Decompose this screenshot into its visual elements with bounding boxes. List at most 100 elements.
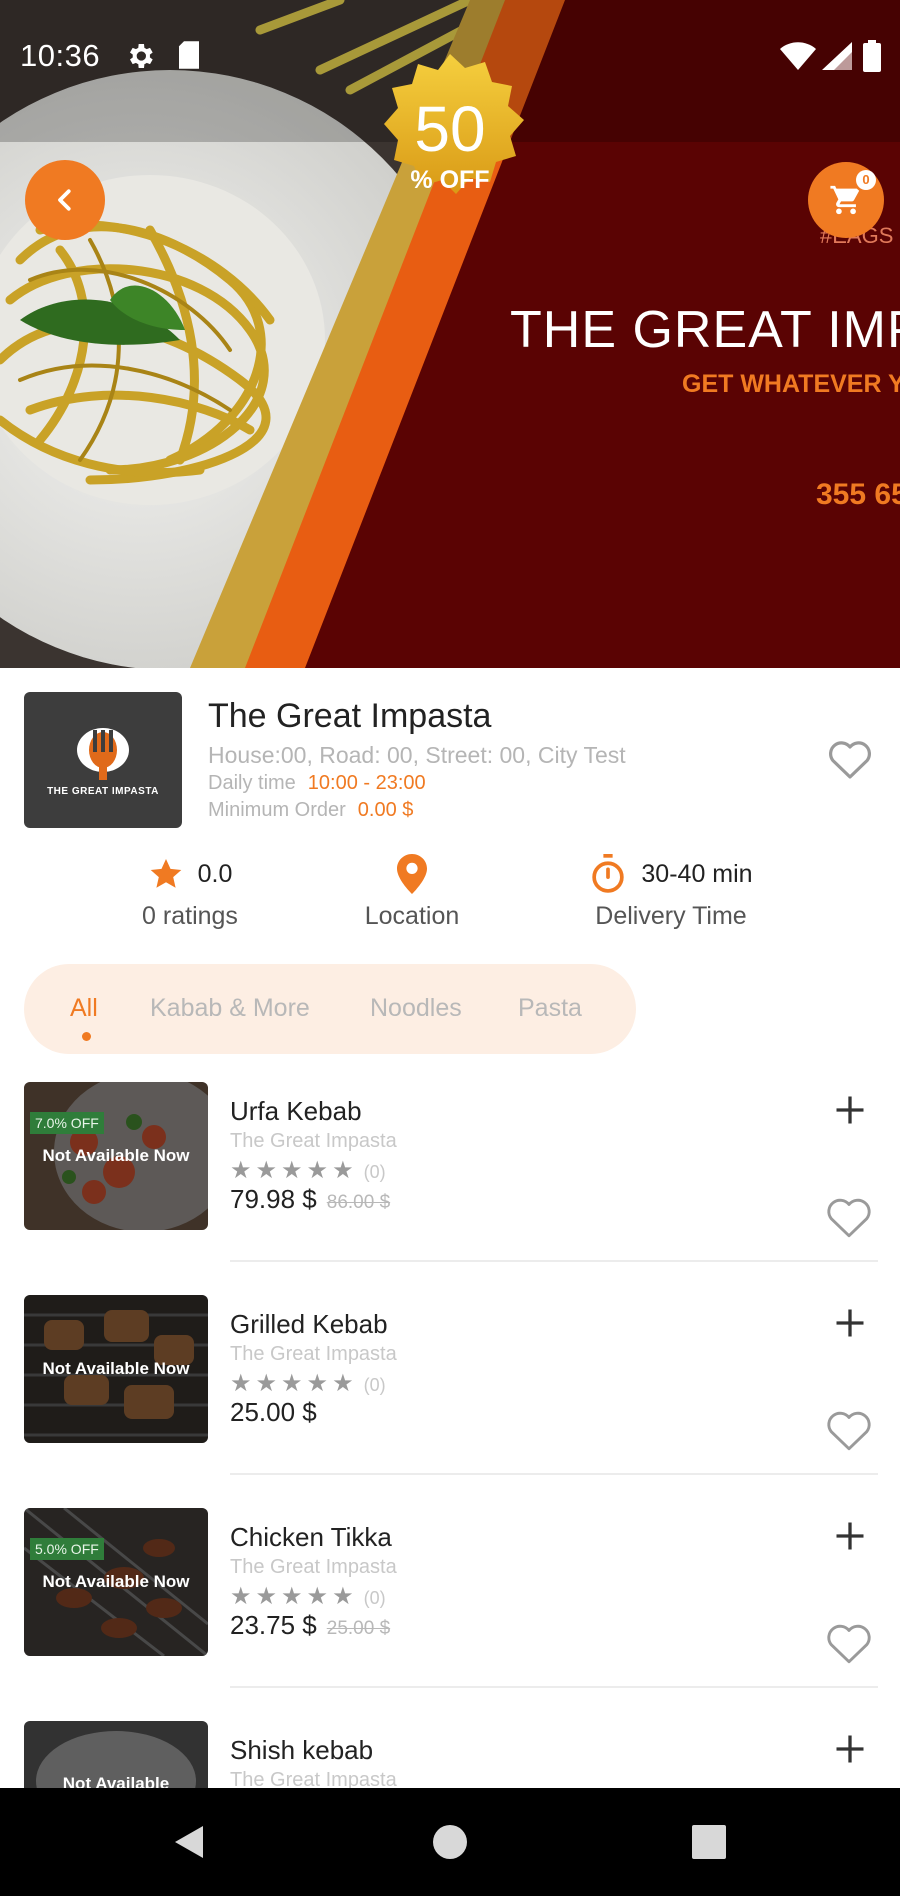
tab-kabab-and-more[interactable]: Kabab & More (150, 994, 310, 1023)
back-button[interactable] (25, 160, 105, 240)
cart-count-badge: 0 (856, 170, 876, 190)
item-rating: ★★★★★ (0) (230, 1582, 386, 1611)
item-favorite-button[interactable] (824, 1620, 874, 1671)
location-label: Location (364, 902, 460, 930)
item-restaurant: The Great Impasta (230, 1130, 397, 1152)
item-restaurant: The Great Impasta (230, 1343, 397, 1365)
item-price-row: 79.98 $ 86.00 $ (230, 1184, 390, 1215)
minimum-order-label: Minimum Order (208, 799, 346, 821)
discount-badge: 7.0% OFF (30, 1112, 104, 1134)
star-icon (150, 859, 181, 888)
item-divider (230, 1473, 878, 1475)
rating-stars: ★★★★★ (230, 1157, 358, 1184)
delivery-time-value: 30-40 min (641, 859, 753, 888)
tab-all[interactable]: All (70, 994, 98, 1023)
heart-icon (827, 1411, 871, 1451)
banner-headline: THE GREAT IMPAS (510, 301, 900, 359)
plus-icon (836, 1522, 864, 1550)
rating-label: 0 ratings (142, 902, 238, 930)
list-item[interactable]: Not Available Now 5.0% OFF Chicken Tikka… (0, 1508, 900, 1720)
category-tabs: All Kabab & More Noodles Pasta (24, 964, 636, 1054)
rating-stat: 0.0 0 ratings (118, 852, 262, 931)
rating-stars: ★★★★★ (230, 1370, 358, 1397)
item-restaurant: The Great Impasta (230, 1556, 397, 1578)
delivery-time-label: Delivery Time (595, 902, 747, 930)
nav-home-button[interactable] (405, 1788, 495, 1896)
minimum-order-value: 0.00 $ (357, 799, 414, 821)
daily-time-row: Daily time 10:00 - 23:00 (208, 772, 426, 795)
item-price: 25.00 $ (230, 1397, 317, 1427)
restaurant-logo-text: THE GREAT IMPASTA (47, 785, 159, 797)
restaurant-favorite-button[interactable] (826, 737, 874, 786)
restaurant-address: House:00, Road: 00, Street: 00, City Tes… (208, 742, 626, 768)
item-image: Not Available Now 7.0% OFF (24, 1082, 208, 1230)
add-to-cart-button[interactable] (826, 1512, 874, 1560)
availability-label: Not Available Now (24, 1508, 208, 1656)
nav-back-button[interactable] (143, 1788, 233, 1896)
discount-badge: 5.0% OFF (30, 1538, 104, 1560)
sd-card-icon (176, 40, 202, 75)
list-item[interactable]: Not Available Shish kebab The Great Impa… (0, 1721, 900, 1788)
heart-icon (827, 1198, 871, 1238)
item-name: Shish kebab (230, 1735, 374, 1765)
minimum-order-row: Minimum Order 0.00 $ (208, 799, 413, 822)
item-name: Grilled Kebab (230, 1309, 388, 1339)
daily-time-label: Daily time (208, 772, 296, 794)
item-price-row: 23.75 $ 25.00 $ (230, 1610, 390, 1641)
heart-icon (829, 741, 871, 779)
item-favorite-button[interactable] (824, 1407, 874, 1458)
item-name: Chicken Tikka (230, 1522, 392, 1552)
availability-label: Not Available Now (24, 1082, 208, 1230)
chevron-left-icon (58, 189, 71, 211)
item-image: Not Available (24, 1721, 208, 1788)
location-pin-icon (397, 854, 427, 894)
system-navigation-bar (0, 1788, 900, 1896)
list-item[interactable]: Not Available Now 7.0% OFF Urfa Kebab Th… (0, 1082, 900, 1294)
item-restaurant: The Great Impasta (230, 1769, 397, 1788)
rating-count: (0) (363, 1375, 386, 1395)
item-name: Urfa Kebab (230, 1096, 362, 1126)
delivery-time-stat: 30-40 min Delivery Time (576, 852, 766, 931)
list-item[interactable]: Not Available Now Grilled Kebab The Grea… (0, 1295, 900, 1507)
status-bar: 10:36 (0, 0, 900, 116)
triangle-back-icon (175, 1826, 203, 1858)
heart-icon (827, 1624, 871, 1664)
status-time: 10:36 (20, 38, 101, 73)
item-rating: ★★★★★ (0) (230, 1156, 386, 1185)
item-price: 23.75 $ (230, 1610, 317, 1640)
battery-icon (862, 40, 882, 77)
wifi-icon (780, 42, 816, 75)
timer-icon (592, 854, 625, 893)
plus-icon (836, 1309, 864, 1337)
item-favorite-button[interactable] (824, 1194, 874, 1245)
plus-icon (836, 1096, 864, 1124)
item-price-row: 25.00 $ (230, 1397, 317, 1428)
active-tab-indicator (82, 1032, 91, 1041)
square-recents-icon (692, 1825, 726, 1859)
rating-stars: ★★★★★ (230, 1583, 358, 1610)
nav-recents-button[interactable] (664, 1788, 754, 1896)
add-to-cart-button[interactable] (826, 1725, 874, 1773)
restaurant-logo: THE GREAT IMPASTA (24, 692, 182, 828)
item-divider (230, 1260, 878, 1262)
rating-count: (0) (363, 1588, 386, 1608)
tab-pasta[interactable]: Pasta (518, 994, 582, 1023)
restaurant-name: The Great Impasta (208, 697, 492, 735)
item-price: 79.98 $ (230, 1184, 317, 1214)
rating-count: (0) (363, 1162, 386, 1182)
availability-label: Not Available (24, 1721, 208, 1788)
discount-label: % OFF (410, 166, 490, 194)
location-stat[interactable]: Location (340, 852, 484, 931)
add-to-cart-button[interactable] (826, 1086, 874, 1134)
tab-noodles[interactable]: Noodles (370, 994, 462, 1023)
add-to-cart-button[interactable] (826, 1299, 874, 1347)
item-old-price: 25.00 $ (326, 1618, 391, 1639)
rating-value: 0.0 (197, 859, 233, 888)
daily-time-value: 10:00 - 23:00 (307, 772, 426, 794)
restaurant-banner: 50 % OFF #EAGS THE GREAT IMPAS GET WHATE… (0, 0, 900, 668)
item-image: Not Available Now 5.0% OFF (24, 1508, 208, 1656)
item-divider (230, 1686, 878, 1688)
cart-button[interactable]: 0 (808, 162, 884, 238)
banner-subline: GET WHATEVER YOU (682, 370, 900, 398)
cart-icon (830, 185, 860, 215)
